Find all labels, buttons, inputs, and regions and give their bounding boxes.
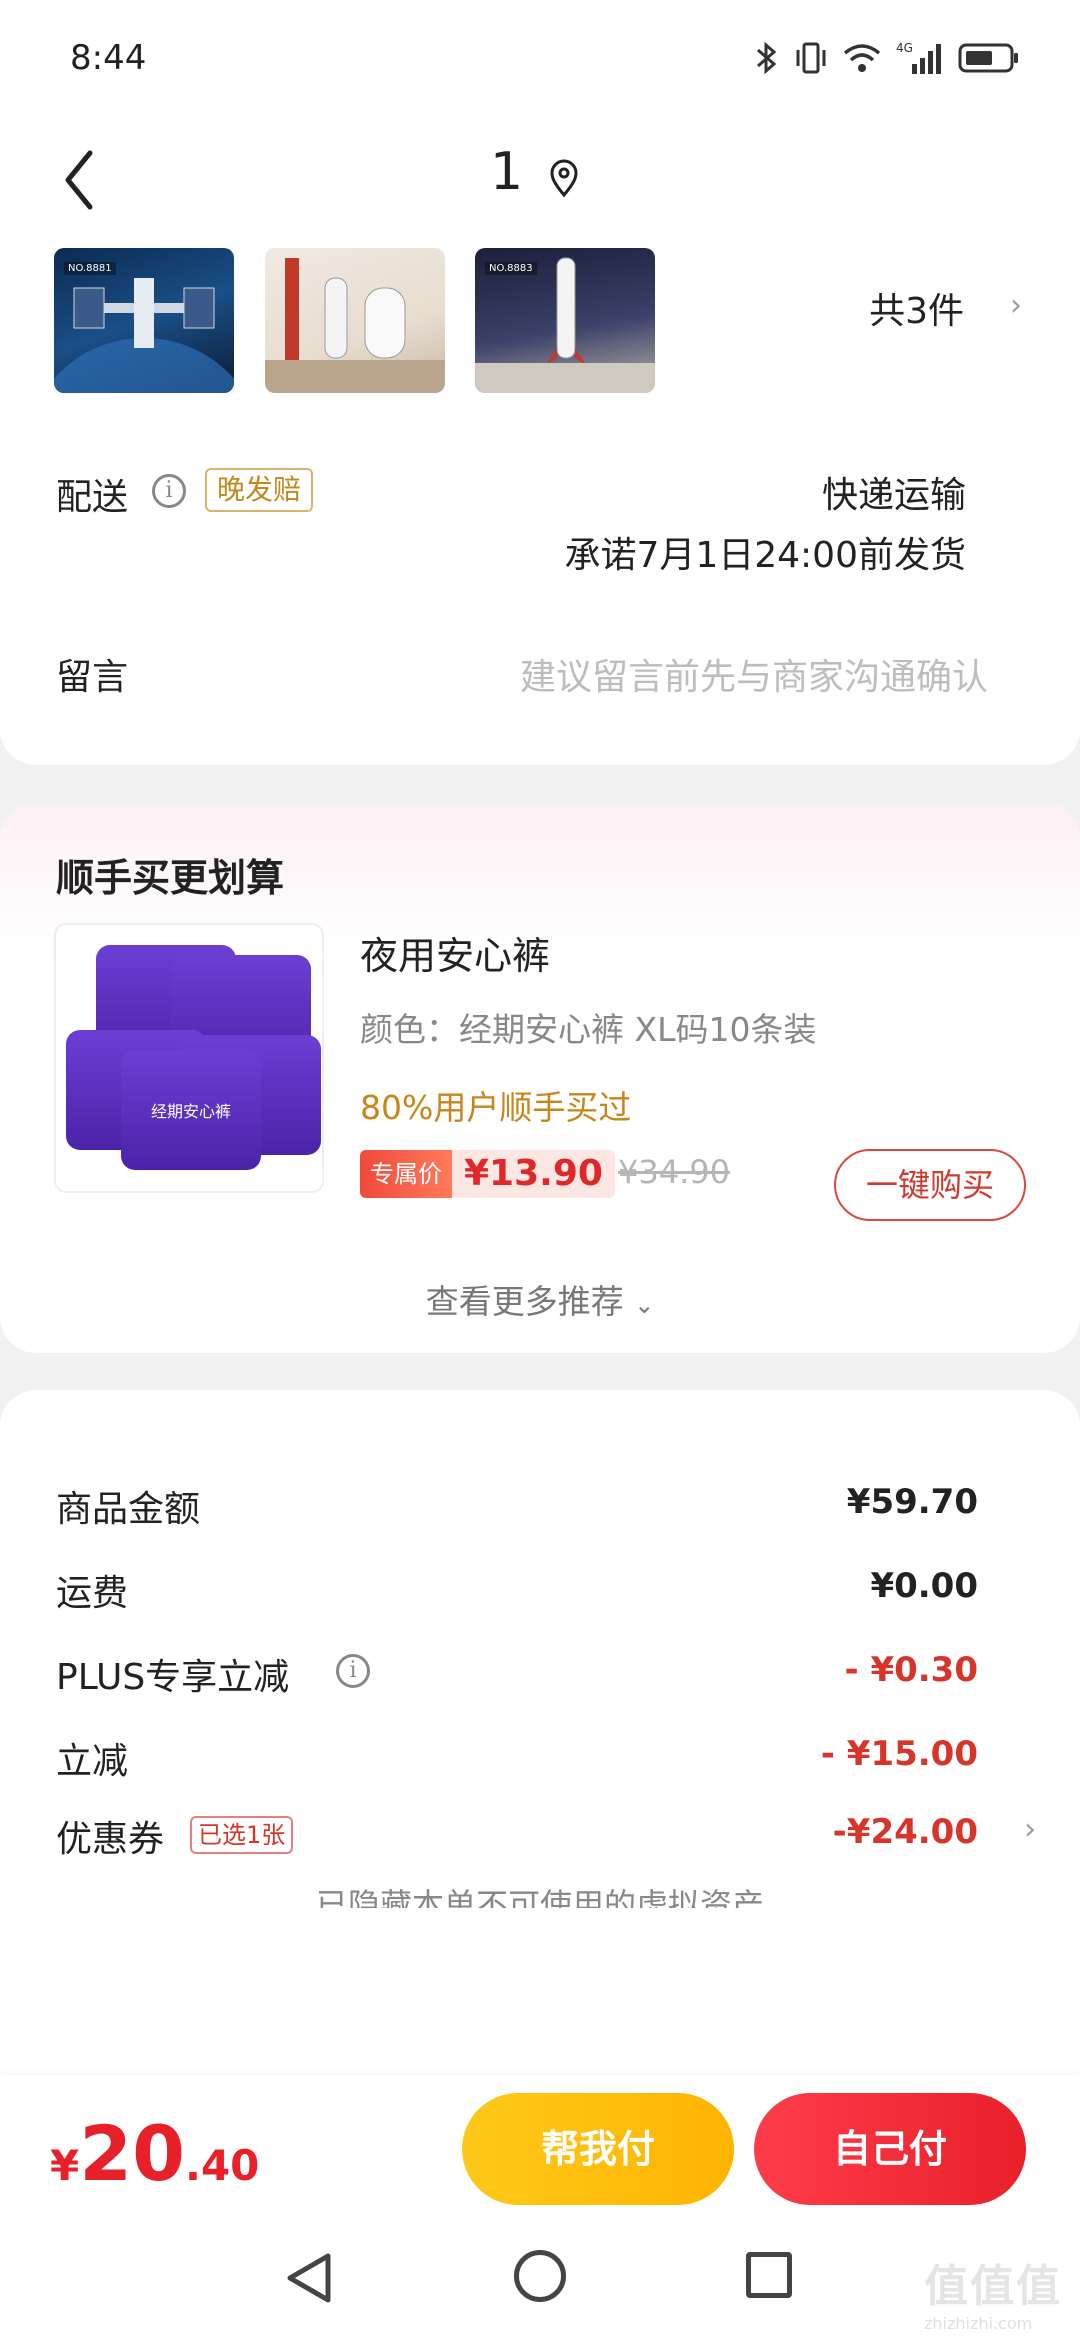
- product-thumbnail[interactable]: NO.8881: [54, 248, 234, 393]
- total-integer: 20: [79, 2109, 185, 2198]
- one-click-buy-button[interactable]: 一键购买: [834, 1149, 1026, 1221]
- exclusive-price-value: ¥13.90: [452, 1150, 615, 1198]
- location-pin-icon[interactable]: [548, 158, 580, 198]
- back-icon[interactable]: [58, 145, 118, 215]
- delivery-label: 配送: [56, 477, 129, 518]
- goods-amount-value: ¥59.70: [846, 1482, 978, 1522]
- watermark-url: zhizhizhi.com: [924, 2314, 1033, 2333]
- shipping-label: 运费: [56, 1573, 129, 1614]
- message-label: 留言: [56, 657, 129, 698]
- shipping-value: ¥0.00: [870, 1566, 978, 1606]
- more-recommendations-label: 查看更多推荐: [425, 1282, 624, 1321]
- recommend-heading: 顺手买更划算: [56, 856, 285, 900]
- coupon-label: 优惠券: [56, 1819, 165, 1860]
- message-input[interactable]: 建议留言前先与商家沟通确认: [520, 648, 988, 700]
- page-title: 1: [490, 142, 524, 202]
- pay-myself-button[interactable]: 自己付: [754, 2093, 1026, 2205]
- nav-home-icon[interactable]: [514, 2250, 566, 2302]
- late-compensation-badge: 晚发赔: [205, 468, 314, 512]
- chevron-right-icon[interactable]: ›: [1024, 1812, 1036, 1847]
- instant-discount-label: 立减: [56, 1741, 129, 1782]
- exclusive-price-tag: 专属价: [360, 1150, 452, 1198]
- status-time: 8:44: [70, 38, 147, 78]
- status-bar: 8:44 4G: [0, 0, 1080, 120]
- package-image: 经期安心裤: [121, 1050, 261, 1170]
- total-price: ¥20.40: [50, 2109, 259, 2198]
- thumbnail-label: NO.8883: [485, 262, 537, 275]
- more-recommendations-link[interactable]: 查看更多推荐 ⌄: [0, 1275, 1080, 1323]
- coupon-selected-badge: 已选1张: [190, 1816, 294, 1854]
- recommend-product-image[interactable]: 经期安心裤: [54, 923, 324, 1193]
- bluetooth-icon: [752, 40, 780, 80]
- recommend-social-proof: 80%用户顺手买过: [360, 1088, 632, 1127]
- goods-amount-label: 商品金额: [56, 1489, 201, 1530]
- recommend-card: 顺手买更划算 经期安心裤 夜用安心裤 颜色：经期安心裤 XL码10条装 80%用…: [0, 803, 1080, 1353]
- system-nav-bar: 值值值 zhizhizhi.com: [0, 2220, 1080, 2340]
- instant-discount-value: - ¥15.00: [820, 1734, 978, 1774]
- svg-text:4G: 4G: [896, 41, 913, 55]
- nav-recents-icon[interactable]: [746, 2252, 792, 2298]
- hidden-assets-tip[interactable]: 已隐藏本单不可使用的虚拟资产: [0, 1880, 1080, 1908]
- battery-icon: [958, 42, 1020, 78]
- nav-back-icon[interactable]: [284, 2252, 334, 2308]
- original-price: ¥34.90: [618, 1153, 730, 1191]
- thumbnail-label: NO.8881: [64, 262, 116, 275]
- exclusive-price: 专属价 ¥13.90: [360, 1150, 615, 1198]
- plus-discount-value: - ¥0.30: [844, 1650, 979, 1690]
- item-count[interactable]: 共3件: [869, 282, 964, 334]
- price-breakdown-card: 商品金额 ¥59.70 运费 ¥0.00 PLUS专享立减 i - ¥0.30 …: [0, 1390, 1080, 2090]
- chevron-right-icon[interactable]: ›: [1010, 288, 1022, 323]
- recommend-product-name[interactable]: 夜用安心裤: [360, 925, 550, 980]
- recommend-product-spec: 颜色：经期安心裤 XL码10条装: [360, 1010, 817, 1049]
- order-card: NO.8881 NO.8883 共3件 › 配送 i 晚发赔 快递运输 承诺7月…: [0, 240, 1080, 765]
- chevron-down-icon: ⌄: [634, 1291, 655, 1319]
- package-label: 经期安心裤: [150, 1102, 231, 1121]
- payment-bar: ¥20.40 帮我付 自己付: [0, 2075, 1080, 2220]
- wifi-icon: [842, 41, 882, 79]
- coupon-value[interactable]: -¥24.00: [833, 1812, 978, 1852]
- watermark-text: 值值值: [924, 2261, 1062, 2312]
- status-icons: 4G: [752, 40, 1020, 80]
- total-currency: ¥: [50, 2141, 80, 2190]
- delivery-promise: 承诺7月1日24:00前发货: [564, 535, 966, 576]
- info-icon[interactable]: i: [152, 474, 186, 508]
- product-thumbnail[interactable]: NO.8883: [475, 248, 655, 393]
- header: 1: [0, 120, 1080, 240]
- vibrate-icon: [794, 40, 828, 80]
- help-me-pay-button[interactable]: 帮我付: [462, 2093, 734, 2205]
- product-thumbnail[interactable]: [265, 248, 445, 393]
- info-icon[interactable]: i: [336, 1654, 370, 1688]
- signal-icon: 4G: [896, 40, 944, 80]
- delivery-method[interactable]: 快递运输: [822, 466, 966, 518]
- total-decimal: .40: [185, 2141, 260, 2190]
- watermark: 值值值 zhizhizhi.com: [924, 2250, 1062, 2333]
- plus-discount-label: PLUS专享立减: [56, 1657, 290, 1698]
